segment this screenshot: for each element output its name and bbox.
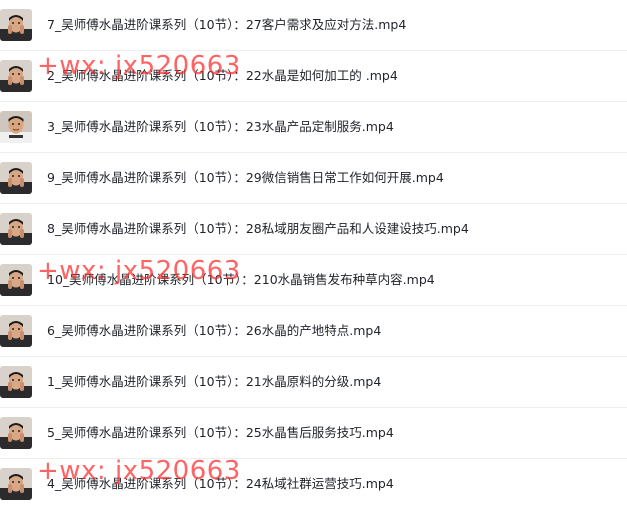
video-thumbnail-icon[interactable] [0, 315, 32, 347]
file-name[interactable]: 6_吴师傅水晶进阶课系列（10节）：26水晶的产地特点.mp4 [47, 322, 381, 340]
file-row[interactable]: 10_吴师傅水晶进阶课系列（10节）：210水晶销售发布种草内容.mp4 [0, 255, 627, 306]
video-thumbnail-icon[interactable] [0, 111, 32, 143]
file-row[interactable]: 5_吴师傅水晶进阶课系列（10节）：25水晶售后服务技巧.mp4 [0, 408, 627, 459]
video-thumbnail-icon[interactable] [0, 366, 32, 398]
video-thumbnail-icon[interactable] [0, 60, 32, 92]
video-thumbnail-icon[interactable] [0, 468, 32, 500]
video-thumbnail-icon[interactable] [0, 213, 32, 245]
file-name[interactable]: 9_吴师傅水晶进阶课系列（10节）：29微信销售日常工作如何开展.mp4 [47, 169, 444, 187]
file-name[interactable]: 5_吴师傅水晶进阶课系列（10节）：25水晶售后服务技巧.mp4 [47, 424, 394, 442]
file-row[interactable]: 9_吴师傅水晶进阶课系列（10节）：29微信销售日常工作如何开展.mp4 [0, 153, 627, 204]
file-list: 7_吴师傅水晶进阶课系列（10节）：27客户需求及应对方法.mp4 2_吴师傅水… [0, 0, 627, 508]
file-row[interactable]: 1_吴师傅水晶进阶课系列（10节）：21水晶原料的分级.mp4 [0, 357, 627, 408]
file-row[interactable]: 3_吴师傅水晶进阶课系列（10节）：23水晶产品定制服务.mp4 [0, 102, 627, 153]
file-name[interactable]: 4_吴师傅水晶进阶课系列（10节）：24私域社群运营技巧.mp4 [47, 475, 394, 493]
file-row[interactable]: 8_吴师傅水晶进阶课系列（10节）：28私域朋友圈产品和人设建设技巧.mp4 [0, 204, 627, 255]
file-name[interactable]: 8_吴师傅水晶进阶课系列（10节）：28私域朋友圈产品和人设建设技巧.mp4 [47, 220, 469, 238]
video-thumbnail-icon[interactable] [0, 417, 32, 449]
file-name[interactable]: 7_吴师傅水晶进阶课系列（10节）：27客户需求及应对方法.mp4 [47, 16, 406, 34]
file-row[interactable]: 7_吴师傅水晶进阶课系列（10节）：27客户需求及应对方法.mp4 [0, 0, 627, 51]
video-thumbnail-icon[interactable] [0, 162, 32, 194]
video-thumbnail-icon[interactable] [0, 9, 32, 41]
video-thumbnail-icon[interactable] [0, 264, 32, 296]
file-name[interactable]: 3_吴师傅水晶进阶课系列（10节）：23水晶产品定制服务.mp4 [47, 118, 394, 136]
file-name[interactable]: 2_吴师傅水晶进阶课系列（10节）：22水晶是如何加工的 .mp4 [47, 67, 398, 85]
file-row[interactable]: 2_吴师傅水晶进阶课系列（10节）：22水晶是如何加工的 .mp4 [0, 51, 627, 102]
file-name[interactable]: 10_吴师傅水晶进阶课系列（10节）：210水晶销售发布种草内容.mp4 [47, 271, 435, 289]
file-row[interactable]: 4_吴师傅水晶进阶课系列（10节）：24私域社群运营技巧.mp4 [0, 459, 627, 510]
file-name[interactable]: 1_吴师傅水晶进阶课系列（10节）：21水晶原料的分级.mp4 [47, 373, 381, 391]
file-row[interactable]: 6_吴师傅水晶进阶课系列（10节）：26水晶的产地特点.mp4 [0, 306, 627, 357]
